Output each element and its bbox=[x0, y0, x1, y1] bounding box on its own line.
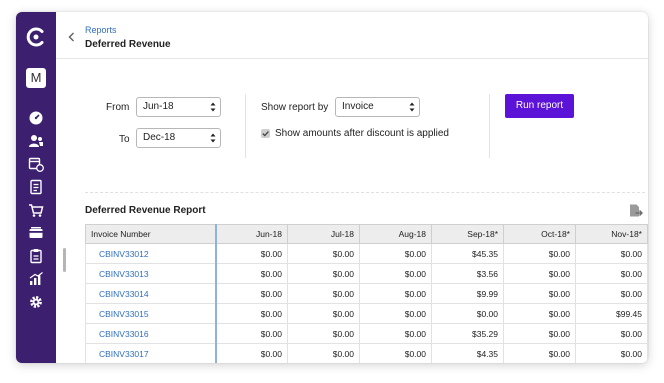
table-cell: $0.00 bbox=[575, 323, 648, 344]
table-row: CBINV33015 $0.00 $0.00 $0.00 $0.00 $0.00… bbox=[85, 303, 648, 324]
table-cell: $0.00 bbox=[215, 343, 288, 363]
table-cell: $0.00 bbox=[575, 343, 648, 363]
table-cell: $9.99 bbox=[431, 283, 504, 304]
workspace-avatar[interactable]: M bbox=[26, 68, 46, 88]
clipboard-icon[interactable] bbox=[28, 248, 44, 264]
invoices-icon[interactable] bbox=[28, 179, 44, 195]
table-cell: $0.00 bbox=[503, 263, 576, 284]
table-cell: $0.00 bbox=[575, 263, 648, 284]
table-cell: $0.00 bbox=[503, 283, 576, 304]
select-arrows-icon bbox=[210, 102, 216, 112]
from-label: From bbox=[106, 102, 130, 113]
subscriptions-icon[interactable] bbox=[28, 156, 44, 172]
table-cell: $0.00 bbox=[503, 303, 576, 324]
table-cell: $0.00 bbox=[503, 323, 576, 344]
section-divider bbox=[85, 192, 645, 193]
from-select-value: Jun-18 bbox=[143, 101, 174, 112]
report-by-select[interactable]: Invoice bbox=[335, 97, 420, 117]
table-row: CBINV33016 $0.00 $0.00 $0.00 $35.29 $0.0… bbox=[85, 323, 648, 344]
from-select[interactable]: Jun-18 bbox=[136, 97, 221, 117]
filter-divider bbox=[489, 94, 490, 158]
page-title: Deferred Revenue bbox=[85, 39, 171, 50]
table-cell: $0.00 bbox=[503, 343, 576, 363]
panel-resize-handle[interactable] bbox=[63, 248, 66, 272]
table-cell: $0.00 bbox=[575, 283, 648, 304]
table-cell: $0.00 bbox=[287, 263, 360, 284]
report-by-select-value: Invoice bbox=[342, 101, 374, 112]
breadcrumb-reports[interactable]: Reports bbox=[85, 25, 117, 35]
invoice-link[interactable]: CBINV33016 bbox=[85, 323, 217, 344]
table-cell: $0.00 bbox=[359, 243, 432, 264]
header-divider bbox=[56, 58, 648, 59]
table-row: CBINV33013 $0.00 $0.00 $0.00 $3.56 $0.00… bbox=[85, 263, 648, 284]
dashboard-icon[interactable] bbox=[28, 110, 44, 126]
export-icon[interactable] bbox=[628, 203, 644, 218]
table-cell: $0.00 bbox=[215, 323, 288, 344]
select-arrows-icon bbox=[409, 102, 415, 112]
invoice-link[interactable]: CBINV33013 bbox=[85, 263, 217, 284]
customers-icon[interactable] bbox=[28, 133, 44, 149]
table-cell: $0.00 bbox=[287, 283, 360, 304]
discount-checkbox[interactable] bbox=[261, 129, 270, 138]
back-chevron-icon[interactable] bbox=[66, 30, 78, 42]
report-title: Deferred Revenue Report bbox=[85, 205, 206, 216]
table-cell: $4.35 bbox=[431, 343, 504, 363]
app-logo-icon[interactable] bbox=[25, 26, 47, 48]
to-select-value: Dec-18 bbox=[143, 132, 176, 143]
table-cell: $0.00 bbox=[359, 283, 432, 304]
to-label: To bbox=[119, 134, 130, 145]
table-row: CBINV33014 $0.00 $0.00 $0.00 $9.99 $0.00… bbox=[85, 283, 648, 304]
table-cell: $3.56 bbox=[431, 263, 504, 284]
invoice-link[interactable]: CBINV33015 bbox=[85, 303, 217, 324]
column-header[interactable]: Invoice Number bbox=[85, 224, 217, 244]
table-cell: $0.00 bbox=[359, 303, 432, 324]
select-arrows-icon bbox=[210, 133, 216, 143]
column-header[interactable]: Jun-18 bbox=[215, 224, 288, 244]
table-cell: $0.00 bbox=[503, 243, 576, 264]
invoice-link[interactable]: CBINV33017 bbox=[85, 343, 217, 363]
to-select[interactable]: Dec-18 bbox=[136, 128, 221, 148]
table-row: CBINV33012 $0.00 $0.00 $0.00 $45.35 $0.0… bbox=[85, 243, 648, 264]
column-header[interactable]: Jul-18 bbox=[287, 224, 360, 244]
column-header[interactable]: Aug-18 bbox=[359, 224, 432, 244]
table-cell: $0.00 bbox=[215, 263, 288, 284]
table-cell: $99.45 bbox=[575, 303, 648, 324]
table-cell: $0.00 bbox=[215, 243, 288, 264]
table-cell: $35.29 bbox=[431, 323, 504, 344]
table-cell: $0.00 bbox=[359, 323, 432, 344]
table-cell: $0.00 bbox=[287, 343, 360, 363]
table-header-row: Invoice Number Jun-18 Jul-18 Aug-18 Sep-… bbox=[85, 224, 648, 244]
sidebar: M bbox=[16, 12, 56, 363]
payments-icon[interactable] bbox=[28, 225, 44, 241]
table-row: CBINV33017 $0.00 $0.00 $0.00 $4.35 $0.00… bbox=[85, 343, 648, 363]
invoice-link[interactable]: CBINV33014 bbox=[85, 283, 217, 304]
filter-divider bbox=[245, 94, 246, 158]
column-header[interactable]: Oct-18* bbox=[503, 224, 576, 244]
run-report-button[interactable]: Run report bbox=[505, 94, 574, 118]
reports-icon[interactable] bbox=[28, 271, 44, 287]
app-window: M Reports Deferred Revenue From Jun-18 T… bbox=[16, 12, 648, 363]
table-cell: $0.00 bbox=[287, 303, 360, 324]
column-header[interactable]: Sep-18* bbox=[431, 224, 504, 244]
table-cell: $0.00 bbox=[575, 243, 648, 264]
table-cell: $0.00 bbox=[287, 243, 360, 264]
table-cell: $0.00 bbox=[215, 303, 288, 324]
table-cell: $0.00 bbox=[215, 283, 288, 304]
table-cell: $0.00 bbox=[359, 263, 432, 284]
discount-checkbox-label: Show amounts after discount is applied bbox=[275, 128, 449, 139]
invoice-link[interactable]: CBINV33012 bbox=[85, 243, 217, 264]
table-cell: $0.00 bbox=[431, 303, 504, 324]
products-icon[interactable] bbox=[28, 202, 44, 218]
deferred-revenue-table: Invoice Number Jun-18 Jul-18 Aug-18 Sep-… bbox=[85, 224, 648, 363]
checkmark-icon bbox=[262, 131, 269, 137]
table-cell: $45.35 bbox=[431, 243, 504, 264]
column-header[interactable]: Nov-18* bbox=[575, 224, 648, 244]
settings-icon[interactable] bbox=[28, 294, 44, 310]
table-cell: $0.00 bbox=[287, 323, 360, 344]
table-cell: $0.00 bbox=[359, 343, 432, 363]
show-report-by-label: Show report by bbox=[261, 102, 329, 113]
